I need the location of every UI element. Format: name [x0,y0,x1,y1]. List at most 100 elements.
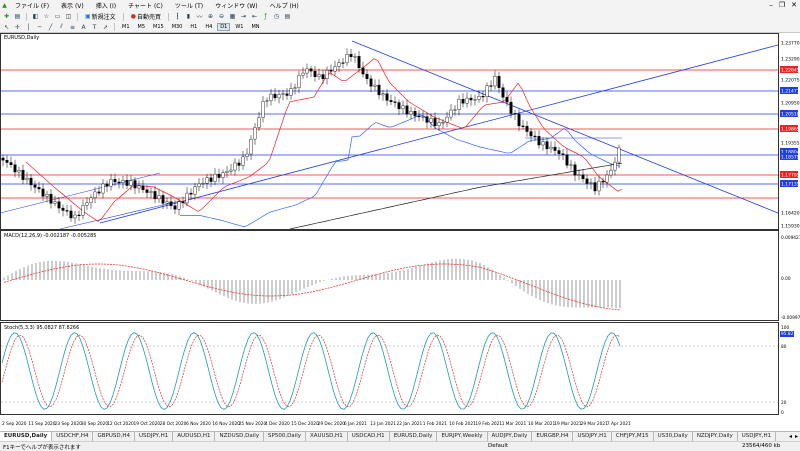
candle [389,100,393,102]
candle [445,116,449,123]
menu-window[interactable]: ウィンドウ (W) [209,1,264,10]
candle [77,214,81,217]
menu-help[interactable]: ヘルプ (H) [264,1,305,10]
close-icon[interactable]: ✕ [791,1,797,9]
label-icon[interactable]: T [90,23,99,31]
timeframe-m30[interactable]: M30 [169,23,186,31]
candle [533,135,537,138]
tab-right-icon[interactable]: ▸ [795,433,798,440]
price-label: 1.23770 [781,41,800,47]
macd-histogram [3,258,621,311]
candle [597,180,601,192]
new-order-button[interactable]: ▣ 新規注文 [82,12,119,21]
restore-icon[interactable]: ❐ [779,1,785,9]
candle [549,146,553,150]
price-label: 1.17135 [781,182,800,188]
menu-view[interactable]: 表示 (V) [55,1,90,10]
candle [401,105,405,110]
date-label: 19 Oct 2020 [134,421,161,427]
navigator-icon[interactable]: ☆ [42,13,51,21]
candle [117,181,121,184]
cursor-icon[interactable]: ↖ [2,23,11,31]
crosshair-icon[interactable]: ✛ [13,23,22,31]
candle [25,177,29,180]
line-chart-icon[interactable]: 〰 [195,13,204,21]
hline-icon[interactable]: ─ [35,23,44,31]
menu-file[interactable]: ファイル (F) [9,1,55,10]
candle [1,157,5,161]
tab-left-icon[interactable]: ◂ [789,433,792,440]
bar-chart-icon[interactable]: ┇ [173,13,182,21]
chart-window[interactable]: EURUSD,Daily MACD(12,26,9) -0.002187 -0.… [0,33,800,431]
candle [341,62,345,64]
candle [45,193,49,197]
candle [321,74,325,79]
tester-icon[interactable]: ◫ [64,13,73,21]
fibo-icon[interactable]: ≡ [68,23,77,31]
candle [409,111,413,115]
market-watch-icon[interactable]: ◧ [31,13,40,21]
trendline[interactable] [351,40,779,214]
chart-shift-icon[interactable]: ⇤ [250,13,259,21]
candle [277,94,281,99]
timeframe-mn[interactable]: MN [248,23,262,31]
timeframe-h1[interactable]: H1 [187,23,200,31]
candle [285,93,289,96]
toolbar-separator [77,12,78,21]
text-icon[interactable]: A [79,23,88,31]
period-icon[interactable]: ◷ [272,13,281,21]
candle [429,118,433,123]
autoscroll-icon[interactable]: ⇥ [239,13,248,21]
auto-trade-label: 自動売買 [136,14,161,21]
channel-icon[interactable]: ⫽ [57,23,66,31]
timeframe-w1[interactable]: W1 [232,23,246,31]
stoch-scale-label: 95.82 [781,331,794,337]
date-label: 29 Mar 2021 [581,421,609,427]
timeframe-m5[interactable]: M5 [135,23,149,31]
stoch-scale-label: 20 [781,400,787,406]
trendline-icon[interactable]: ╱ [46,23,55,31]
date-label: 25 Nov 2020 [239,421,267,427]
indicators-icon[interactable]: ƒ [261,13,270,21]
candle [489,85,493,87]
terminal-icon[interactable]: ▭ [53,13,62,21]
menu-tools[interactable]: ツール (T) [169,1,209,10]
zoom-out-icon[interactable]: ⊖ [217,13,226,21]
candle [493,76,497,87]
date-label: 6 Nov 2020 [186,421,211,427]
template-icon[interactable]: ▤ [283,13,292,21]
menu-chart[interactable]: チャート (C) [122,1,169,10]
timeframe-m15[interactable]: M15 [150,23,167,31]
menu-insert[interactable]: 挿入 (I) [90,1,122,10]
timeframe-h4[interactable]: H4 [202,23,215,31]
candle [361,67,365,75]
minimize-icon[interactable]: – [769,1,773,9]
candle [29,177,33,186]
auto-trade-button[interactable]: ● 自動売買 [128,12,164,21]
price-label: 1.15930 [781,224,800,230]
candle [189,192,193,195]
timeframe-d1[interactable]: D1 [217,23,231,31]
date-label: 11 Sep 2020 [28,421,55,427]
candle [201,183,205,185]
price-label: 1.20950 [781,101,800,107]
profiles-icon[interactable]: ▤ [13,13,22,21]
candlestick-icon[interactable]: ▮ [184,13,193,21]
zoom-in-icon[interactable]: ⊕ [206,13,215,21]
candle [301,72,305,76]
new-chart-icon[interactable]: ✚ [2,13,11,21]
chart-canvas[interactable]: EURUSD,Daily MACD(12,26,9) -0.002187 -0.… [0,33,800,431]
date-label: 4 Dec 2020 [265,421,290,427]
candle [229,169,233,172]
timeframe-m1[interactable]: M1 [119,23,133,31]
arrow-icon[interactable]: ➚ [101,23,110,31]
vline-icon[interactable]: │ [24,23,33,31]
candle [521,125,525,127]
date-label: 6 Jan 2021 [344,421,367,427]
tile-windows-icon[interactable]: ▦ [228,13,237,21]
candle [505,97,509,103]
candle [513,113,517,115]
candle [173,205,177,210]
candle [245,153,249,157]
stoch-pane-frame [0,322,779,415]
